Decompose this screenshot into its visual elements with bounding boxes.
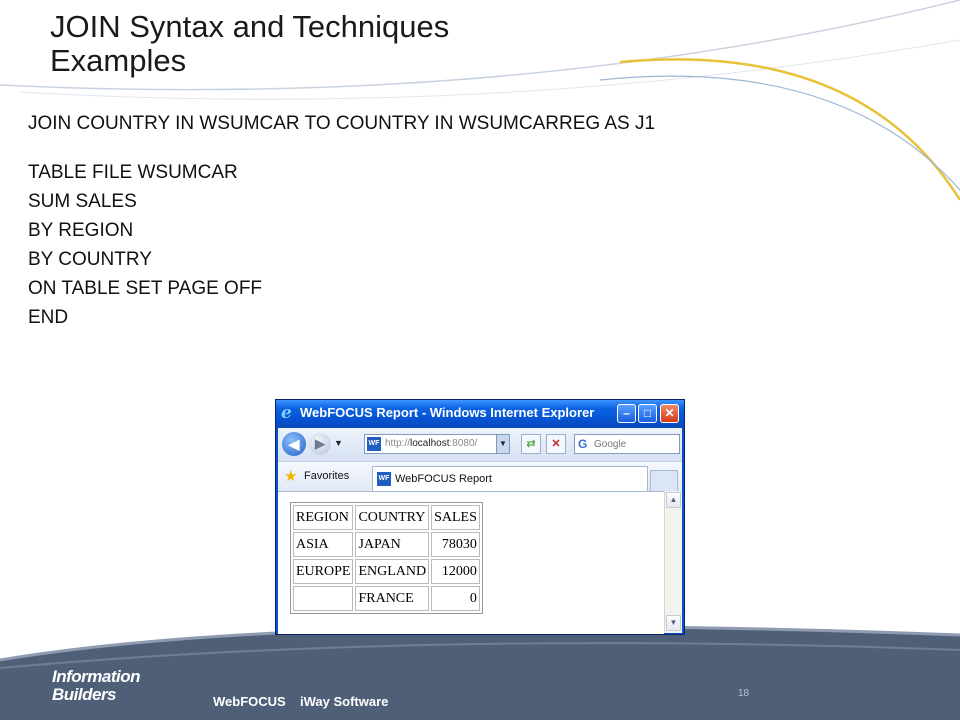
cell-region: ASIA <box>293 532 354 557</box>
cell-sales: 78030 <box>431 532 480 557</box>
cell-sales: 12000 <box>431 559 480 584</box>
favorites-bar: ★ Favorites WF WebFOCUS Report <box>278 461 682 492</box>
table-header-row: REGION COUNTRY SALES <box>293 505 480 530</box>
join-statement: JOIN COUNTRY IN WSUMCAR TO COUNTRY IN WS… <box>28 113 656 134</box>
address-host: localhost <box>410 438 450 449</box>
scroll-up-icon[interactable]: ▲ <box>666 492 681 508</box>
logo-line2: Builders <box>52 685 117 704</box>
code-line: END <box>28 307 69 328</box>
slide-title-line1: JOIN Syntax and Techniques <box>50 9 450 44</box>
address-prefix: http:// <box>385 438 411 449</box>
slide-title: JOIN Syntax and Techniques Examples <box>50 10 449 78</box>
table-row: EUROPE ENGLAND 12000 <box>293 559 480 584</box>
webfocus-page-icon: WF <box>367 437 381 451</box>
slide-title-line2: Examples <box>50 43 187 78</box>
address-bar[interactable]: WF http://localhost:8080/ <box>364 434 510 454</box>
column-header: REGION <box>293 505 354 530</box>
page-number: 18 <box>738 688 750 699</box>
vertical-scrollbar[interactable]: ▲ ▼ <box>664 491 682 633</box>
ie-logo-icon: e <box>281 403 292 423</box>
cell-sales: 0 <box>431 586 480 611</box>
report-table: REGION COUNTRY SALES ASIA JAPAN 78030 EU… <box>290 502 483 614</box>
column-header: COUNTRY <box>355 505 430 530</box>
column-header: SALES <box>431 505 480 530</box>
table-row: ASIA JAPAN 78030 <box>293 532 480 557</box>
cell-region <box>293 586 354 611</box>
cell-country: FRANCE <box>355 586 430 611</box>
close-button[interactable]: ✕ <box>660 404 679 423</box>
window-title: WebFOCUS Report - Windows Internet Explo… <box>300 405 595 420</box>
code-line: BY COUNTRY <box>28 249 152 270</box>
scroll-down-icon[interactable]: ▼ <box>666 615 681 631</box>
address-dropdown-icon[interactable]: ▼ <box>496 434 510 454</box>
favorites-button[interactable]: Favorites <box>304 470 349 482</box>
search-input[interactable]: Google <box>594 439 626 450</box>
logo-line1: Information <box>52 667 141 686</box>
google-icon: G <box>578 437 588 451</box>
search-box[interactable]: G Google <box>574 434 680 454</box>
favorites-star-icon[interactable]: ★ <box>284 467 297 485</box>
cell-country: ENGLAND <box>355 559 430 584</box>
code-block: TABLE FILE WSUMCAR SUM SALES BY REGION B… <box>28 158 262 332</box>
new-tab-button[interactable] <box>650 470 678 492</box>
history-dropdown-icon[interactable]: ▼ <box>334 438 343 448</box>
forward-button[interactable]: ▶ <box>309 433 331 455</box>
browser-window: e WebFOCUS Report - Windows Internet Exp… <box>275 399 685 635</box>
page-content: REGION COUNTRY SALES ASIA JAPAN 78030 EU… <box>278 491 664 634</box>
tab-webfocus-report[interactable]: WF WebFOCUS Report <box>372 466 648 492</box>
address-text[interactable]: http://localhost:8080/ <box>385 438 477 449</box>
information-builders-logo: Information Builders <box>52 667 141 704</box>
navigation-bar: ◀ ▶ ▼ WF http://localhost:8080/ ▼ ⇄ ✕ G … <box>278 428 682 461</box>
minimize-button[interactable]: – <box>617 404 636 423</box>
stop-icon[interactable]: ✕ <box>546 434 566 454</box>
webfocus-brand: WebFOCUS <box>213 694 286 709</box>
back-button[interactable]: ◀ <box>282 432 306 456</box>
table-row: FRANCE 0 <box>293 586 480 611</box>
tab-label: WebFOCUS Report <box>395 473 492 485</box>
cell-region: EUROPE <box>293 559 354 584</box>
iway-brand: iWay Software <box>300 694 389 709</box>
code-line: SUM SALES <box>28 191 137 212</box>
code-line: BY REGION <box>28 220 134 241</box>
maximize-button[interactable]: □ <box>638 404 657 423</box>
browser-titlebar[interactable]: e WebFOCUS Report - Windows Internet Exp… <box>276 400 684 428</box>
code-line: TABLE FILE WSUMCAR <box>28 162 238 183</box>
cell-country: JAPAN <box>355 532 430 557</box>
code-line: ON TABLE SET PAGE OFF <box>28 278 263 299</box>
refresh-icon[interactable]: ⇄ <box>521 434 541 454</box>
webfocus-tab-icon: WF <box>377 472 391 486</box>
address-suffix: :8080/ <box>449 438 478 449</box>
browser-client-area: ◀ ▶ ▼ WF http://localhost:8080/ ▼ ⇄ ✕ G … <box>278 428 682 634</box>
